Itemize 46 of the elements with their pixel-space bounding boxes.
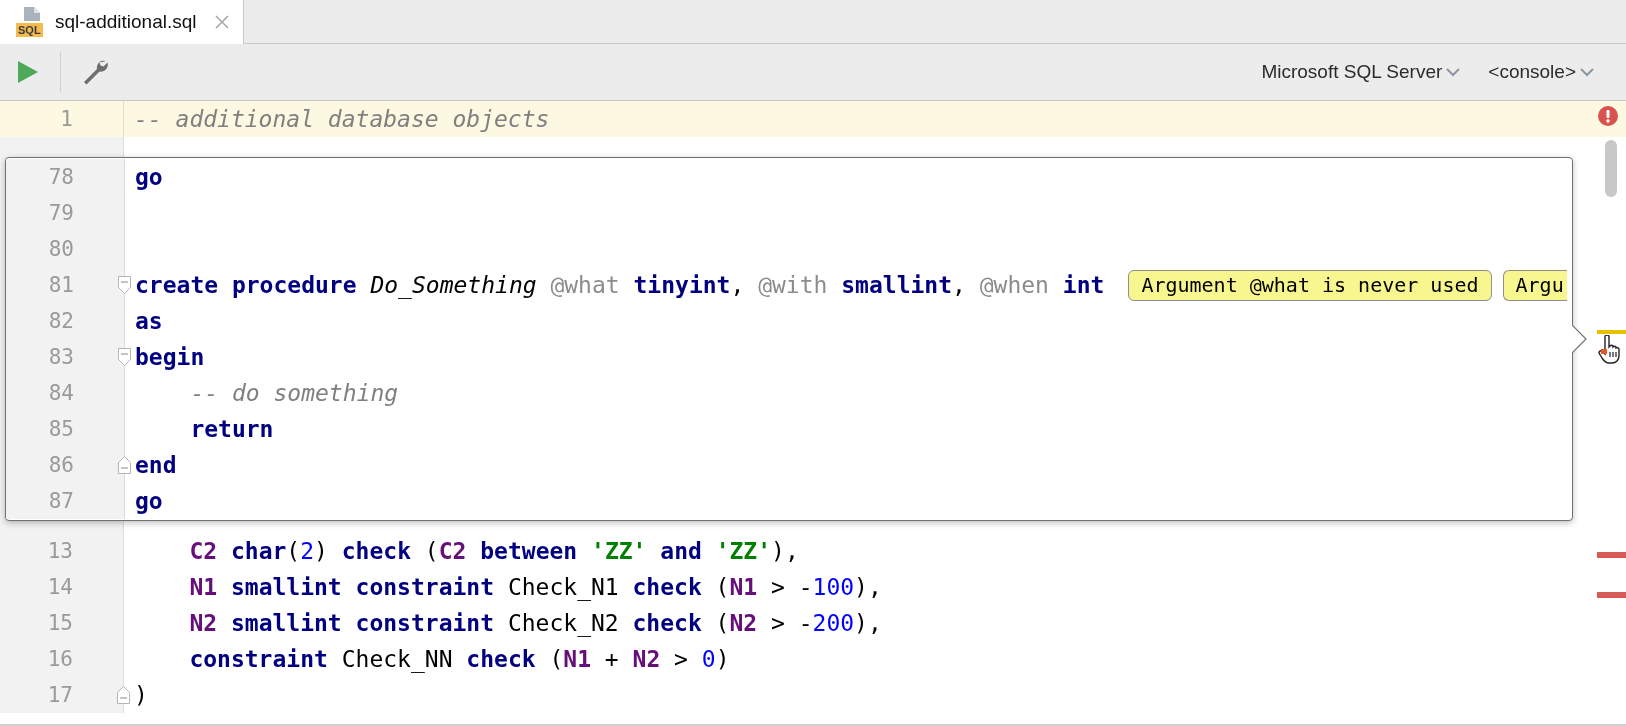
line-number: 1 [59, 106, 73, 133]
code-line: N2 smallint constraint Check_N2 check (N2 > -200), [188, 609, 882, 639]
error-indicator-icon[interactable] [1598, 106, 1618, 126]
code-line: return [189, 415, 274, 444]
fold-icon[interactable] [118, 276, 131, 294]
file-tab[interactable]: SQL sql-additional.sql [0, 0, 244, 44]
tab-title: sql-additional.sql [55, 9, 197, 34]
code-line: as [134, 307, 163, 336]
code-line: constraint Check_NN check (N1 + N2 > 0) [188, 645, 730, 675]
line-number: 17 [46, 682, 73, 709]
line-number: 87 [47, 488, 74, 515]
line-number: 16 [46, 646, 73, 673]
code-line: N1 smallint constraint Check_N1 check (N1 > -100), [188, 573, 882, 603]
fold-icon[interactable] [117, 686, 130, 704]
line-number: 84 [47, 380, 74, 407]
inlay-hint: Argu [1502, 269, 1567, 301]
code-line: go [134, 487, 163, 516]
line-number: 82 [47, 308, 74, 335]
line-number: 85 [47, 416, 74, 443]
line-number: 83 [47, 344, 74, 371]
line-number: 14 [46, 574, 73, 601]
fold-icon[interactable] [118, 348, 131, 366]
chevron-down-icon [1580, 67, 1594, 77]
code-line: begin [134, 343, 205, 372]
line-number: 78 [47, 164, 74, 191]
inlay-hint: Argument @what is never used [1128, 269, 1492, 301]
line-number: 15 [46, 610, 73, 637]
datasource-dropdown[interactable]: Microsoft SQL Server [1257, 54, 1465, 90]
line-number: 80 [47, 236, 74, 263]
console-dropdown[interactable]: <console> [1484, 54, 1598, 90]
run-icon[interactable] [18, 61, 38, 83]
code-line: -- additional database objects [133, 105, 550, 134]
line-number: 79 [47, 200, 74, 227]
line-number: 13 [46, 538, 73, 565]
code-line: -- do something [189, 379, 399, 408]
line-number: 86 [47, 452, 74, 479]
code-line: go [134, 163, 163, 192]
fold-icon[interactable] [118, 456, 131, 474]
code-line: C2 char(2) check (C2 between 'ZZ' and 'ZZ'), [188, 537, 799, 566]
chevron-down-icon [1446, 67, 1461, 77]
code-line: ) [133, 681, 148, 710]
close-icon[interactable] [214, 15, 229, 29]
line-number: 81 [47, 272, 74, 299]
scrollbar-thumb[interactable] [1605, 140, 1617, 197]
code-line: end [134, 451, 177, 480]
code-line: create procedure Do_Something @what tinyint, @with smallint, @when int [134, 271, 1105, 301]
